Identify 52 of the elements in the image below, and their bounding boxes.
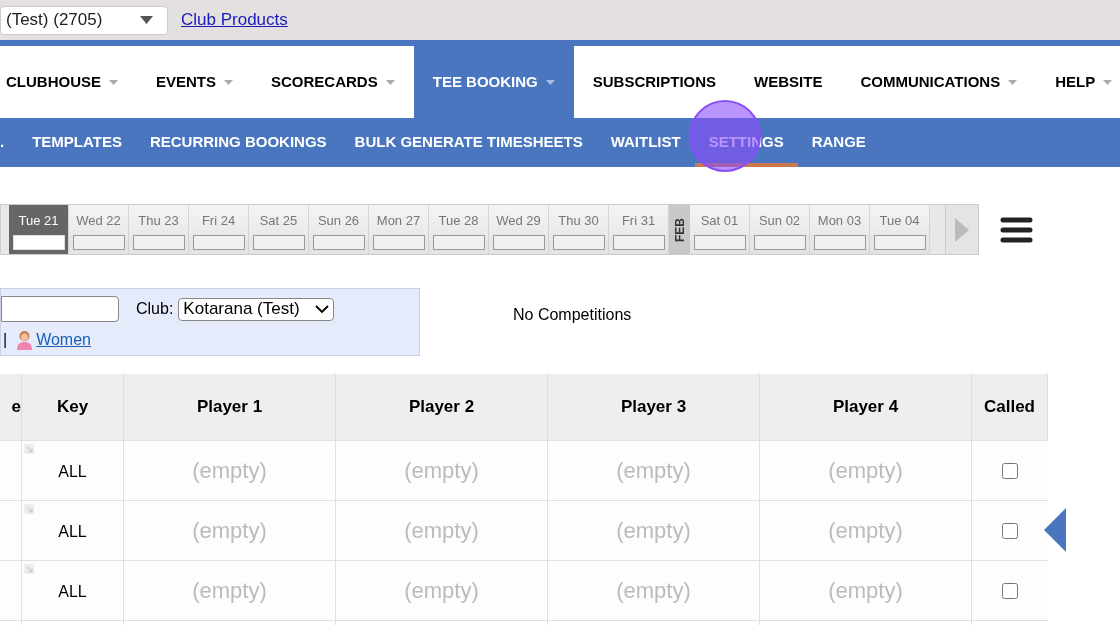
date-tab[interactable]: Tue 21 bbox=[9, 205, 69, 254]
subnav-tab[interactable]: BULK GENERATE TIMESHEETS bbox=[340, 118, 597, 167]
caret-icon bbox=[545, 79, 555, 85]
date-tab[interactable]: Sat 01 bbox=[690, 205, 750, 254]
date-tab[interactable]: Mon 03 bbox=[810, 205, 870, 254]
expand-icon bbox=[24, 564, 34, 574]
date-tab[interactable]: Tue 04 bbox=[870, 205, 930, 254]
subnav-tab[interactable]: TEMPLATES bbox=[18, 118, 136, 167]
caret-icon bbox=[1103, 79, 1113, 85]
subnav-tab[interactable]: RECURRING BOOKINGS bbox=[135, 118, 341, 167]
woman-icon bbox=[15, 330, 35, 350]
date-tab[interactable]: Sun 26 bbox=[309, 205, 369, 254]
club-dropdown[interactable]: Kotarana (Test) bbox=[178, 297, 335, 321]
called-checkbox[interactable] bbox=[1002, 582, 1018, 599]
date-tab[interactable]: Sat 25 bbox=[249, 205, 309, 254]
key-cell: ALL bbox=[22, 440, 124, 500]
expand-icon bbox=[24, 444, 34, 454]
competitions-message: No Competitions bbox=[513, 305, 632, 325]
right-arrow-icon bbox=[955, 217, 969, 242]
club-select[interactable]: (Test) (2705) bbox=[0, 5, 168, 35]
subnav-tab[interactable]: RANGE bbox=[797, 118, 880, 167]
caret-icon bbox=[140, 16, 153, 24]
month-label: FEB bbox=[673, 217, 686, 242]
search-field[interactable] bbox=[1, 296, 119, 322]
date-tab[interactable]: Thu 23 bbox=[129, 205, 189, 254]
club-products-link[interactable]: Club Products bbox=[181, 7, 288, 33]
date-tab[interactable]: Tue 28 bbox=[429, 205, 489, 254]
caret-icon bbox=[1008, 79, 1018, 85]
date-tab[interactable]: Wed 22 bbox=[69, 205, 129, 254]
date-tab[interactable]: Fri 24 bbox=[189, 205, 249, 254]
caret-icon bbox=[109, 79, 118, 85]
caret-icon bbox=[224, 79, 234, 85]
subnav-tab[interactable]: . bbox=[0, 118, 19, 167]
date-tab[interactable]: Wed 29 bbox=[489, 205, 549, 254]
row-pointer-icon bbox=[1044, 508, 1066, 552]
chevron-down-icon bbox=[315, 305, 330, 313]
key-cell: ALL bbox=[22, 560, 124, 620]
date-tab[interactable]: Mon 27 bbox=[369, 205, 429, 254]
key-cell: ALL bbox=[22, 500, 124, 560]
called-checkbox[interactable] bbox=[1002, 462, 1018, 479]
menu-icon[interactable] bbox=[1000, 216, 1033, 243]
expand-icon bbox=[24, 504, 34, 514]
nav-tab[interactable]: TEE BOOKING bbox=[413, 46, 574, 118]
date-tab[interactable]: Sun 02 bbox=[750, 205, 810, 254]
date-tab[interactable]: Thu 30 bbox=[549, 205, 609, 254]
subnav-tab[interactable]: WAITLIST bbox=[596, 118, 695, 167]
women-link[interactable]: Women bbox=[36, 328, 91, 352]
date-tab[interactable]: Fri 31 bbox=[609, 205, 669, 254]
caret-icon bbox=[385, 79, 395, 85]
club-label: Club: bbox=[136, 299, 174, 319]
separator: | bbox=[3, 330, 8, 350]
called-checkbox[interactable] bbox=[1002, 522, 1018, 539]
